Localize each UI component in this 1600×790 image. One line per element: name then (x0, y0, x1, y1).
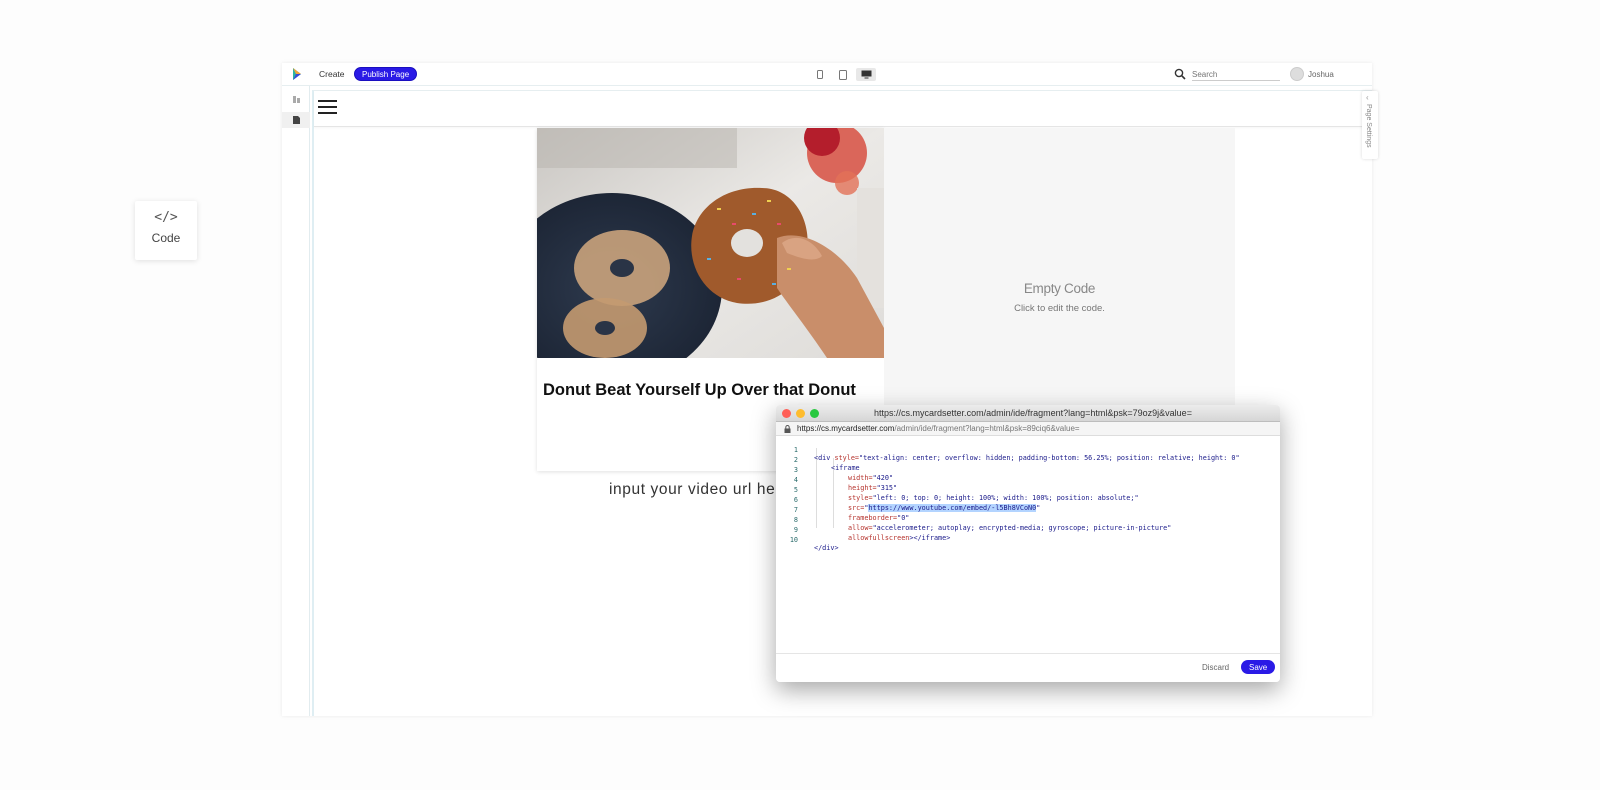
page-icon (292, 116, 300, 124)
desktop-icon (861, 70, 871, 79)
top-toolbar: Create Publish Page Joshua (282, 63, 1372, 86)
tablet-icon (839, 69, 847, 80)
device-tablet-button[interactable] (833, 68, 853, 81)
code-editor-window: https://cs.mycardsetter.com/admin/ide/fr… (776, 405, 1280, 682)
phone-icon (817, 70, 823, 79)
annotation-text: input your video url here (609, 481, 791, 498)
line-number: 10 (789, 536, 798, 544)
code-line: 1 <div style="text-align: center; overfl… (776, 438, 1280, 462)
avatar[interactable] (1290, 67, 1304, 81)
editor-url-bar: https://cs.mycardsetter.com/admin/ide/fr… (776, 422, 1280, 436)
card-image (537, 128, 884, 358)
code-line: 2 <iframe (776, 448, 1280, 472)
editor-window-title: https://cs.mycardsetter.com/admin/ide/fr… (874, 408, 1192, 418)
code-line: 8 allow="accelerometer; autoplay; encryp… (776, 508, 1280, 532)
page-header (314, 91, 1364, 127)
device-desktop-button[interactable] (856, 68, 876, 81)
left-sidebar (282, 86, 310, 716)
code-line: 9 allowfullscreen></iframe> (776, 518, 1280, 542)
empty-code-subtitle: Click to edit the code. (1014, 303, 1105, 314)
editor-footer: Discard Save (776, 653, 1280, 682)
create-tab[interactable]: Create (319, 69, 345, 79)
save-button[interactable]: Save (1241, 660, 1276, 674)
sidebar-item-pages[interactable] (282, 112, 310, 128)
code-widget[interactable]: </> Code (135, 201, 197, 260)
page-settings-label: Page Settings (1365, 104, 1372, 148)
publish-page-button[interactable]: Publish Page (354, 67, 418, 81)
code-icon: </> (154, 210, 178, 225)
url-path: /admin/ide/fragment?lang=html&psk=89ciq6… (894, 424, 1080, 433)
device-phone-button[interactable] (810, 68, 830, 81)
code-line: 6 src="https://www.youtube.com/embed/-l5… (776, 488, 1280, 512)
code-widget-label: Code (151, 231, 181, 245)
sidebar-item-components[interactable] (282, 92, 310, 106)
code-text: </div> (814, 544, 839, 552)
app-logo-icon[interactable] (290, 67, 304, 81)
code-line: 3 width="420" (776, 458, 1280, 482)
user-name[interactable]: Joshua (1308, 70, 1334, 79)
donut-photo (537, 128, 884, 358)
search-input[interactable] (1192, 68, 1280, 81)
code-line: 4 height="315" (776, 468, 1280, 492)
empty-code-title: Empty Code (1023, 281, 1096, 296)
hamburger-menu-icon[interactable] (318, 100, 338, 116)
code-editor[interactable]: 1 <div style="text-align: center; overfl… (776, 438, 1280, 648)
lock-icon (784, 425, 791, 433)
card-title: Donut Beat Yourself Up Over that Donut (543, 381, 856, 399)
editor-url: https://cs.mycardsetter.com/admin/ide/fr… (797, 424, 1080, 433)
code-line: 10 </div> (776, 528, 1280, 552)
discard-button[interactable]: Discard (1202, 663, 1229, 672)
components-icon (292, 95, 300, 103)
url-host: https://cs.mycardsetter.com (797, 424, 895, 433)
page-settings-tab[interactable]: ‹ Page Settings (1362, 91, 1378, 159)
chevron-left-icon: ‹ (1366, 93, 1369, 102)
code-line: 7 frameborder="0" (776, 498, 1280, 522)
editor-titlebar: https://cs.mycardsetter.com/admin/ide/fr… (776, 405, 1280, 422)
search-icon[interactable] (1174, 68, 1186, 80)
code-line: 5 style="left: 0; top: 0; height: 100%; … (776, 478, 1280, 502)
empty-code-block[interactable]: Empty Code Click to edit the code. (884, 128, 1235, 418)
